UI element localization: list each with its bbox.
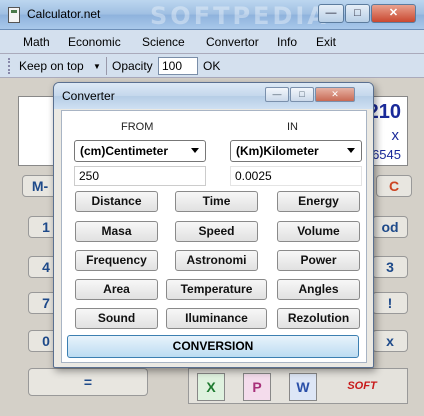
result-value-field: 0.0025 — [230, 166, 362, 186]
key-factorial[interactable]: ! — [372, 292, 408, 314]
menu-science[interactable]: Science — [142, 35, 185, 49]
keep-on-top-button[interactable]: Keep on top — [19, 59, 84, 73]
key-clear[interactable]: C — [376, 175, 412, 197]
minimize-button[interactable]: — — [318, 4, 344, 23]
softpedia-logo-icon: SOFT — [347, 380, 377, 392]
category-iluminance-button[interactable]: Iluminance — [166, 308, 267, 329]
from-value-input[interactable]: 250 — [74, 166, 206, 186]
menu-info[interactable]: Info — [277, 35, 297, 49]
category-area-button[interactable]: Area — [75, 279, 158, 300]
converter-minimize-button[interactable]: — — [265, 87, 289, 102]
in-label: IN — [287, 121, 298, 133]
category-power-button[interactable]: Power — [277, 250, 360, 271]
chevron-down-icon — [347, 148, 355, 153]
excel-icon[interactable]: X — [197, 373, 225, 401]
toolbar-separator — [106, 57, 107, 75]
opacity-input[interactable]: 100 — [158, 57, 198, 75]
window-titlebar: Calculator.net SOFTPEDIA — □ ✕ — [0, 0, 424, 30]
converter-maximize-button[interactable]: □ — [290, 87, 314, 102]
converter-titlebar: Converter — □ ✕ — [54, 83, 373, 109]
display-line-3: 6545 — [372, 147, 401, 162]
menu-math[interactable]: Math — [23, 35, 50, 49]
category-astronomi-button[interactable]: Astronomi — [175, 250, 258, 271]
menu-convertor[interactable]: Convertor — [206, 35, 259, 49]
toolbar: Keep on top ▼ Opacity 100 OK — [0, 54, 424, 78]
launcher-bar: X P W SOFT — [188, 368, 408, 404]
menu-exit[interactable]: Exit — [316, 35, 336, 49]
key-equals[interactable]: = — [28, 368, 148, 396]
paint-icon[interactable]: P — [243, 373, 271, 401]
category-rezolution-button[interactable]: Rezolution — [277, 308, 360, 329]
window-title: Calculator.net — [27, 7, 101, 21]
converter-body: FROM IN (cm)Centimeter (Km)Kilometer 250… — [61, 110, 367, 363]
key-power[interactable]: x — [372, 330, 408, 352]
chevron-down-icon — [191, 148, 199, 153]
category-distance-button[interactable]: Distance — [75, 191, 158, 212]
in-unit-select[interactable]: (Km)Kilometer — [230, 140, 362, 162]
chevron-down-icon[interactable]: ▼ — [93, 62, 101, 71]
key-3[interactable]: 3 — [372, 256, 408, 278]
display-line-2: x — [391, 127, 400, 144]
converter-close-button[interactable]: ✕ — [315, 87, 355, 102]
category-time-button[interactable]: Time — [175, 191, 258, 212]
category-masa-button[interactable]: Masa — [75, 221, 158, 242]
calculator-icon — [8, 7, 20, 23]
opacity-ok-button[interactable]: OK — [203, 59, 220, 73]
category-angles-button[interactable]: Angles — [277, 279, 360, 300]
category-sound-button[interactable]: Sound — [75, 308, 158, 329]
category-temperature-button[interactable]: Temperature — [166, 279, 267, 300]
from-unit-select[interactable]: (cm)Centimeter — [74, 140, 206, 162]
from-unit-value: (cm)Centimeter — [80, 144, 169, 158]
conversion-button[interactable]: CONVERSION — [67, 335, 359, 358]
from-label: FROM — [121, 121, 154, 133]
category-frequency-button[interactable]: Frequency — [75, 250, 158, 271]
category-volume-button[interactable]: Volume — [277, 221, 360, 242]
in-unit-value: (Km)Kilometer — [236, 144, 319, 158]
category-energy-button[interactable]: Energy — [277, 191, 360, 212]
converter-dialog: Converter — □ ✕ FROM IN (cm)Centimeter (… — [53, 82, 374, 368]
key-mod[interactable]: od — [372, 216, 408, 238]
opacity-label: Opacity — [112, 59, 153, 73]
converter-title: Converter — [62, 89, 115, 103]
word-icon[interactable]: W — [289, 373, 317, 401]
menu-economic[interactable]: Economic — [68, 35, 121, 49]
toolbar-grip-icon[interactable] — [8, 58, 11, 74]
close-button[interactable]: ✕ — [371, 4, 416, 23]
softpedia-watermark: SOFTPEDIA — [150, 2, 329, 30]
category-speed-button[interactable]: Speed — [175, 221, 258, 242]
maximize-button[interactable]: □ — [345, 4, 370, 23]
menu-bar: Math Economic Science Convertor Info Exi… — [0, 30, 424, 54]
